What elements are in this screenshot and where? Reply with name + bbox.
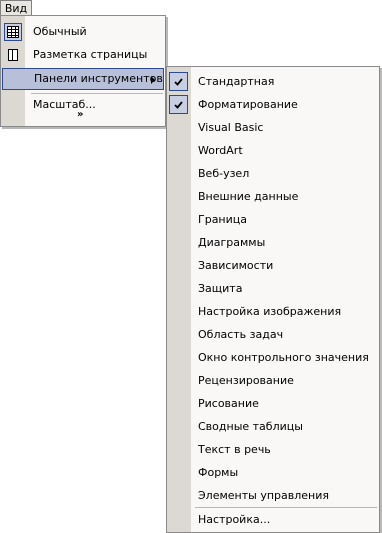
- toolbar-menu-item[interactable]: Форматирование: [167, 93, 379, 116]
- toolbar-menu-item[interactable]: Текст в речь: [167, 438, 379, 461]
- expand-menu-icon[interactable]: »: [77, 110, 84, 120]
- menu-item-zoom[interactable]: Масштаб...: [1, 94, 165, 116]
- toolbar-menu-item-label: Рисование: [198, 397, 259, 410]
- toolbars-submenu: Стандартная Форматирование Visual Basic Wor…: [166, 66, 380, 533]
- toolbar-menu-item[interactable]: Visual Basic: [167, 116, 379, 139]
- toolbar-menu-item[interactable]: Настройка изображения: [167, 300, 379, 323]
- toolbar-menu-item-label: WordArt: [198, 144, 243, 157]
- menu-view-label: Вид: [4, 2, 28, 15]
- menu-item-customize-label: Настройка...: [198, 513, 271, 526]
- view-menu: Обычный Разметка страницы Панели инструм…: [0, 15, 166, 127]
- toolbar-menu-item-label: Рецензирование: [198, 374, 294, 387]
- toolbar-menu-item[interactable]: Формы: [167, 461, 379, 484]
- normal-view-icon: [4, 23, 22, 41]
- toolbar-menu-item-label: Текст в речь: [198, 443, 271, 456]
- toolbar-menu-item-label: Внешние данные: [198, 190, 299, 203]
- checkmark-icon: [169, 72, 188, 91]
- toolbar-menu-item-label: Настройка изображения: [198, 305, 342, 318]
- toolbar-menu-item[interactable]: Область задач: [167, 323, 379, 346]
- toolbar-menu-item-label: Защита: [198, 282, 243, 295]
- menu-item-normal-label: Обычный: [33, 25, 87, 38]
- toolbar-menu-item[interactable]: Рецензирование: [167, 369, 379, 392]
- menu-item-customize[interactable]: Настройка...: [167, 508, 379, 531]
- toolbar-menu-item-label: Область задач: [198, 328, 284, 341]
- toolbar-menu-item[interactable]: Сводные таблицы: [167, 415, 379, 438]
- menu-view[interactable]: Вид: [0, 0, 32, 16]
- toolbar-menu-item[interactable]: Защита: [167, 277, 379, 300]
- menu-item-normal[interactable]: Обычный: [1, 21, 165, 43]
- toolbar-menu-item[interactable]: Веб-узел: [167, 162, 379, 185]
- toolbar-menu-item[interactable]: Рисование: [167, 392, 379, 415]
- toolbar-menu-item-label: Элементы управления: [198, 489, 329, 502]
- toolbar-menu-item-label: Стандартная: [198, 75, 275, 88]
- toolbar-menu-item[interactable]: Зависимости: [167, 254, 379, 277]
- toolbar-menu-item[interactable]: Внешние данные: [167, 185, 379, 208]
- toolbar-menu-item-label: Формы: [198, 466, 239, 479]
- menu-item-zoom-label: Масштаб...: [33, 98, 96, 111]
- toolbar-menu-item[interactable]: WordArt: [167, 139, 379, 162]
- toolbar-menu-item-label: Граница: [198, 213, 248, 226]
- toolbar-menu-item-label: Окно контрольного значения: [198, 351, 369, 364]
- toolbar-menu-item[interactable]: Элементы управления: [167, 484, 379, 507]
- toolbar-menu-item-label: Форматирование: [198, 98, 298, 111]
- submenu-arrow-icon: [151, 76, 155, 84]
- menu-item-page-layout-label: Разметка страницы: [33, 48, 148, 61]
- toolbar-menu-item-label: Веб-узел: [198, 167, 250, 180]
- toolbar-menu-item[interactable]: Граница: [167, 208, 379, 231]
- toolbar-menu-item[interactable]: Диаграммы: [167, 231, 379, 254]
- toolbar-menu-item-label: Сводные таблицы: [198, 420, 303, 433]
- toolbar-menu-item[interactable]: Стандартная: [167, 70, 379, 93]
- toolbar-menu-item[interactable]: Окно контрольного значения: [167, 346, 379, 369]
- toolbar-menu-item-label: Visual Basic: [198, 121, 264, 134]
- toolbar-menu-item-label: Диаграммы: [198, 236, 266, 249]
- menu-item-toolbars-label: Панели инструментов: [34, 72, 163, 85]
- menu-item-toolbars[interactable]: Панели инструментов: [2, 68, 164, 90]
- page-layout-icon: [4, 46, 22, 64]
- toolbar-menu-item-label: Зависимости: [198, 259, 274, 272]
- checkmark-icon: [169, 95, 188, 114]
- menu-item-page-layout[interactable]: Разметка страницы: [1, 44, 165, 66]
